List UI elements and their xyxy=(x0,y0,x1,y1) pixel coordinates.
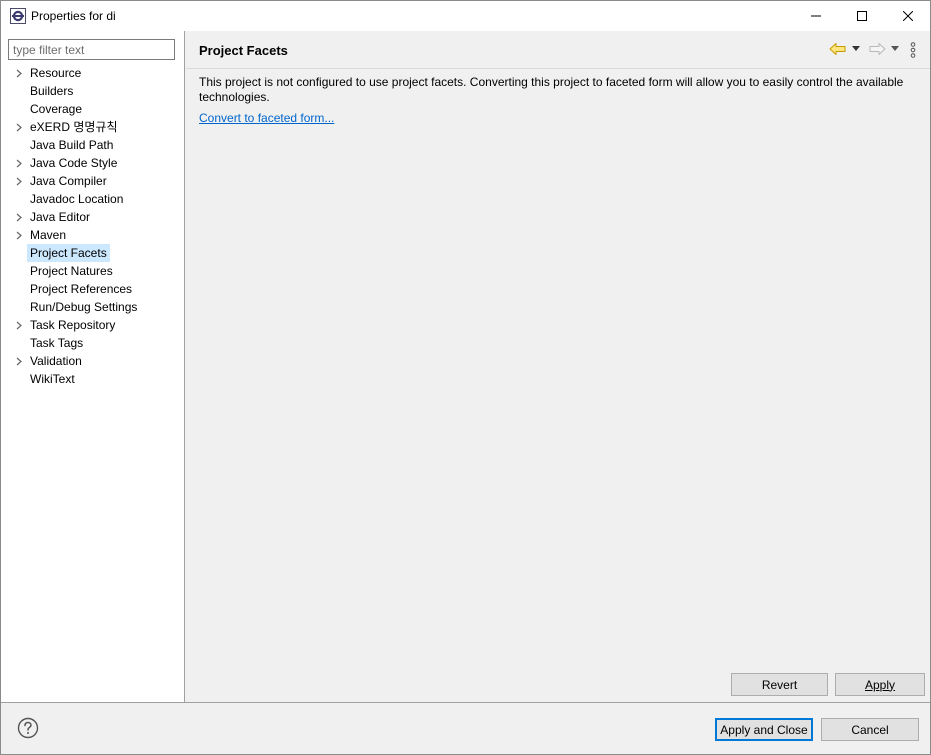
sidebar-item[interactable]: Javadoc Location xyxy=(1,190,184,208)
sidebar-item-label: Run/Debug Settings xyxy=(30,300,138,314)
sidebar-item[interactable]: Run/Debug Settings xyxy=(1,298,184,316)
sidebar-item[interactable]: Coverage xyxy=(1,100,184,118)
sidebar-item[interactable]: Java Code Style xyxy=(1,154,184,172)
back-arrow-icon[interactable] xyxy=(829,42,847,56)
sidebar-item[interactable]: Resource xyxy=(1,64,184,82)
chevron-right-icon[interactable] xyxy=(15,231,23,240)
sidebar-item-label: Task Tags xyxy=(30,336,84,350)
minimize-button[interactable] xyxy=(793,1,839,31)
sidebar-item[interactable]: WikiText xyxy=(1,370,184,388)
close-button[interactable] xyxy=(885,1,931,31)
close-icon xyxy=(903,11,913,21)
sidebar-item-label: Project Facets xyxy=(27,244,110,262)
sidebar-item-label: eXERD 명명규칙 xyxy=(30,120,118,134)
chevron-down-icon[interactable] xyxy=(852,46,860,51)
sidebar-item-label: Javadoc Location xyxy=(30,192,124,206)
facets-description: This project is not configured to use pr… xyxy=(199,75,904,104)
chevron-right-icon[interactable] xyxy=(15,123,23,132)
sidebar-item[interactable]: Java Compiler xyxy=(1,172,184,190)
chevron-right-icon[interactable] xyxy=(15,159,23,168)
sidebar-item-label: Builders xyxy=(30,84,74,98)
property-page-tree: Resource Builders Coverage eXERD 명명규칙 Java B… xyxy=(1,64,184,388)
maximize-icon xyxy=(857,11,867,21)
apply-and-close-button[interactable]: Apply and Close xyxy=(715,718,813,741)
cancel-button[interactable]: Cancel xyxy=(821,718,919,741)
filter-input[interactable] xyxy=(8,39,175,60)
chevron-right-icon[interactable] xyxy=(15,321,23,330)
title-bar[interactable]: Properties for di xyxy=(1,1,930,31)
sidebar-item-label: Validation xyxy=(30,354,82,368)
sidebar-item[interactable]: Task Tags xyxy=(1,334,184,352)
chevron-right-icon[interactable] xyxy=(15,213,23,222)
page-title: Project Facets xyxy=(199,43,288,58)
view-menu-icon[interactable] xyxy=(910,42,916,58)
sidebar-item-label: Task Repository xyxy=(30,318,116,332)
sidebar-item-label: Coverage xyxy=(30,102,83,116)
revert-button[interactable]: Revert xyxy=(731,673,828,696)
sidebar-item[interactable]: Builders xyxy=(1,82,184,100)
chevron-right-icon[interactable] xyxy=(15,69,23,78)
chevron-right-icon[interactable] xyxy=(15,177,23,186)
chevron-right-icon[interactable] xyxy=(15,357,23,366)
sidebar-item-label: Java Code Style xyxy=(30,156,118,170)
sidebar-item[interactable]: Task Repository xyxy=(1,316,184,334)
sidebar-item[interactable]: Maven xyxy=(1,226,184,244)
sidebar-item[interactable]: Project Facets xyxy=(1,244,184,262)
minimize-icon xyxy=(811,15,821,17)
sidebar-item-label: Java Build Path xyxy=(30,138,114,152)
sidebar-item[interactable]: Java Editor xyxy=(1,208,184,226)
title-separator xyxy=(186,68,930,69)
help-icon[interactable] xyxy=(17,717,39,739)
sidebar-item[interactable]: Java Build Path xyxy=(1,136,184,154)
eclipse-project-icon xyxy=(10,8,26,24)
sidebar-item[interactable]: Project References xyxy=(1,280,184,298)
apply-button[interactable]: Apply xyxy=(835,673,925,696)
sidebar-item[interactable]: Project Natures xyxy=(1,262,184,280)
sidebar-item-label: Maven xyxy=(30,228,67,242)
sidebar-item-label: Project Natures xyxy=(30,264,113,278)
sidebar-item-label: Java Editor xyxy=(30,210,91,224)
apply-button-label: Apply xyxy=(864,677,896,692)
footer-separator xyxy=(1,702,930,703)
sidebar-item[interactable]: eXERD 명명규칙 xyxy=(1,118,184,136)
sidebar-item-label: Project References xyxy=(30,282,133,296)
sidebar-item-label: Java Compiler xyxy=(30,174,107,188)
window-title: Properties for di xyxy=(31,9,116,23)
sidebar-item-label: Resource xyxy=(30,66,82,80)
sidebar-item[interactable]: Validation xyxy=(1,352,184,370)
property-page: Project Facets This project is not confi… xyxy=(186,31,930,702)
chevron-down-icon[interactable] xyxy=(891,46,899,51)
sidebar-item-label: WikiText xyxy=(30,372,75,386)
maximize-button[interactable] xyxy=(839,1,885,31)
properties-dialog: Properties for di Resource Builders Covera… xyxy=(0,0,931,755)
forward-arrow-icon[interactable] xyxy=(868,42,886,56)
convert-to-faceted-form-link[interactable]: Convert to faceted form... xyxy=(199,111,334,125)
sidebar: Resource Builders Coverage eXERD 명명규칙 Java B… xyxy=(1,31,185,702)
